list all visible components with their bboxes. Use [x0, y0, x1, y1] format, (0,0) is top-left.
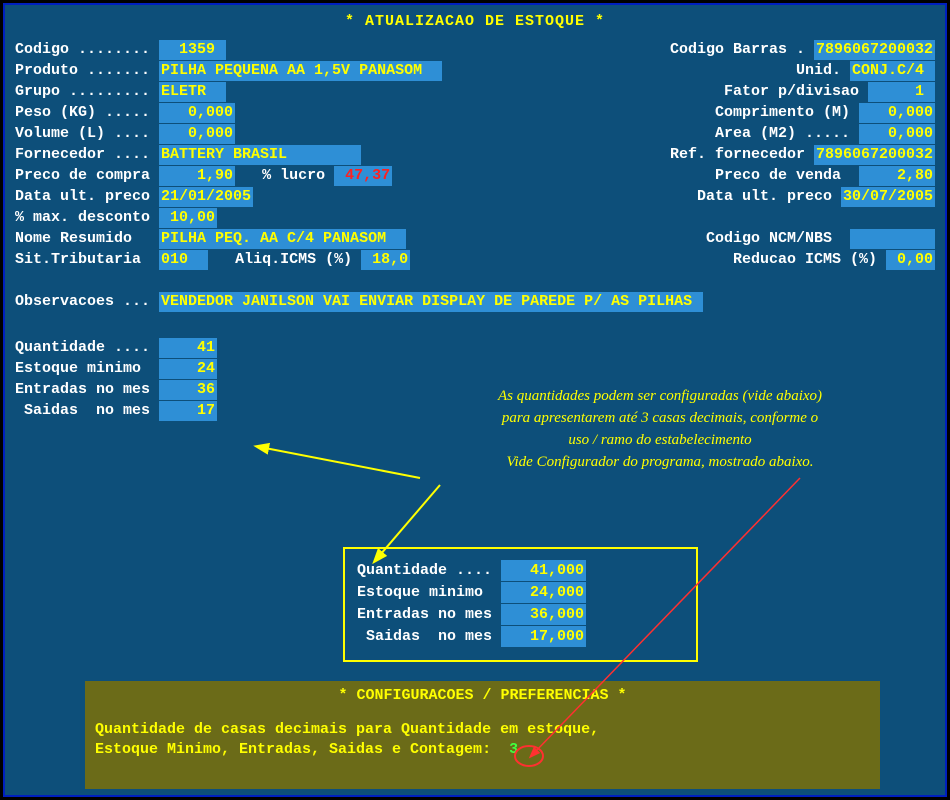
field-data-ult1[interactable]: 21/01/2005 [159, 187, 253, 207]
label-preco-venda: Preco de venda [715, 166, 859, 186]
row-produto: Produto ....... PILHA PEQUENA AA 1,5V PA… [15, 61, 935, 81]
field-qtd[interactable]: 41 [159, 338, 217, 358]
terminal-screen: * ATUALIZACAO DE ESTOQUE * Codigo ......… [3, 3, 947, 797]
annotation-text: As quantidades podem ser configuradas (v… [400, 385, 920, 473]
field-fator[interactable]: 1 [868, 82, 935, 102]
label-preco-compra: Preco de compra [15, 166, 159, 186]
field-aliq[interactable]: 18,0 [361, 250, 410, 270]
field-max-desc[interactable]: 10,00 [159, 208, 217, 228]
config-line2: Estoque Minimo, Entradas, Saidas e Conta… [95, 740, 870, 760]
label-codigo-barras: Codigo Barras . [670, 40, 814, 60]
field-codigo-barras[interactable]: 7896067200032 [814, 40, 935, 60]
row-grupo: Grupo ......... ELETR Fator p/divisao 1 [15, 82, 935, 102]
label-est-min: Estoque minimo [15, 359, 159, 379]
label-fornecedor: Fornecedor .... [15, 145, 159, 165]
label-entradas-dec: Entradas no mes [357, 604, 501, 625]
label-max-desc: % max. desconto [15, 208, 159, 228]
row-entradas-dec: Entradas no mes 36,000 [357, 604, 684, 625]
config-panel: * CONFIGURACOES / PREFERENCIAS * Quantid… [85, 681, 880, 789]
label-volume: Volume (L) .... [15, 124, 159, 144]
row-codigo: Codigo ........ 1359 Codigo Barras . 789… [15, 40, 935, 60]
annotation-line: As quantidades podem ser configuradas (v… [400, 385, 920, 407]
label-saidas-dec: Saidas no mes [357, 626, 501, 647]
label-codigo: Codigo ........ [15, 40, 159, 60]
row-qtd-dec: Quantidade .... 41,000 [357, 560, 684, 581]
label-grupo: Grupo ......... [15, 82, 159, 102]
field-entradas[interactable]: 36 [159, 380, 217, 400]
field-entradas-dec[interactable]: 36,000 [501, 604, 586, 625]
config-title: * CONFIGURACOES / PREFERENCIAS * [95, 687, 870, 704]
field-saidas-dec[interactable]: 17,000 [501, 626, 586, 647]
label-entradas: Entradas no mes [15, 380, 159, 400]
field-unid[interactable]: CONJ.C/4 [850, 61, 935, 81]
field-ref-forn[interactable]: 7896067200032 [814, 145, 935, 165]
label-data-ult1: Data ult. preco [15, 187, 159, 207]
field-nome-res[interactable]: PILHA PEQ. AA C/4 PANASOM [159, 229, 406, 249]
field-ncm[interactable] [850, 229, 935, 249]
annotation-line: Vide Configurador do programa, mostrado … [400, 451, 920, 473]
annotation-line: para apresentarem até 3 casas decimais, … [400, 407, 920, 429]
annotation-line: uso / ramo do estabelecimento [400, 429, 920, 451]
field-est-min[interactable]: 24 [159, 359, 217, 379]
label-ref-forn: Ref. fornecedor [670, 145, 814, 165]
label-data-ult2: Data ult. preco [697, 187, 841, 207]
label-ncm: Codigo NCM/NBS [706, 229, 850, 249]
field-comprimento[interactable]: 0,000 [859, 103, 935, 123]
field-volume[interactable]: 0,000 [159, 124, 235, 144]
label-comprimento: Comprimento (M) [715, 103, 859, 123]
config-value[interactable]: 3 [509, 741, 518, 758]
field-codigo[interactable]: 1359 [159, 40, 226, 60]
row-est-min-dec: Estoque minimo 24,000 [357, 582, 684, 603]
field-est-min-dec[interactable]: 24,000 [501, 582, 586, 603]
field-sit-trib[interactable]: 010 [159, 250, 208, 270]
field-obs[interactable]: VENDEDOR JANILSON VAI ENVIAR DISPLAY DE … [159, 292, 703, 312]
label-red-icms: Reducao ICMS (%) [733, 250, 886, 270]
row-desconto: % max. desconto 10,00 [15, 208, 935, 228]
field-produto[interactable]: PILHA PEQUENA AA 1,5V PANASOM [159, 61, 442, 81]
label-unid: Unid. [796, 61, 850, 81]
row-preco: Preco de compra 1,90 % lucro 47,37 Preco… [15, 166, 935, 186]
label-obs: Observacoes ... [15, 292, 159, 312]
row-est-min: Estoque minimo 24 [15, 359, 935, 379]
row-data-ult: Data ult. preco 21/01/2005 Data ult. pre… [15, 187, 935, 207]
row-fornecedor: Fornecedor .... BATTERY BRASIL Ref. forn… [15, 145, 935, 165]
screen-title: * ATUALIZACAO DE ESTOQUE * [15, 13, 935, 30]
decimal-quantity-box: Quantidade .... 41,000 Estoque minimo 24… [343, 547, 698, 662]
label-fator: Fator p/divisao [724, 82, 868, 102]
field-lucro[interactable]: 47,37 [334, 166, 392, 186]
field-preco-compra[interactable]: 1,90 [159, 166, 235, 186]
row-tributaria: Sit.Tributaria 010 Aliq.ICMS (%) 18,0 Re… [15, 250, 935, 270]
config-line1: Quantidade de casas decimais para Quanti… [95, 720, 870, 740]
label-lucro: % lucro [262, 166, 334, 186]
row-nome-res: Nome Resumido PILHA PEQ. AA C/4 PANASOM … [15, 229, 935, 249]
row-obs: Observacoes ... VENDEDOR JANILSON VAI EN… [15, 292, 935, 312]
row-saidas-dec: Saidas no mes 17,000 [357, 626, 684, 647]
field-data-ult2[interactable]: 30/07/2005 [841, 187, 935, 207]
field-grupo[interactable]: ELETR [159, 82, 226, 102]
label-est-min-dec: Estoque minimo [357, 582, 501, 603]
field-peso[interactable]: 0,000 [159, 103, 235, 123]
field-preco-venda[interactable]: 2,80 [859, 166, 935, 186]
label-area: Area (M2) ..... [715, 124, 859, 144]
label-produto: Produto ....... [15, 61, 159, 81]
label-sit-trib: Sit.Tributaria [15, 250, 159, 270]
label-nome-res: Nome Resumido [15, 229, 159, 249]
label-qtd: Quantidade .... [15, 338, 159, 358]
label-peso: Peso (KG) ..... [15, 103, 159, 123]
row-volume: Volume (L) .... 0,000 Area (M2) ..... 0,… [15, 124, 935, 144]
label-aliq: Aliq.ICMS (%) [235, 250, 361, 270]
label-saidas: Saidas no mes [15, 401, 159, 421]
field-qtd-dec[interactable]: 41,000 [501, 560, 586, 581]
field-red-icms[interactable]: 0,00 [886, 250, 935, 270]
row-peso: Peso (KG) ..... 0,000 Comprimento (M) 0,… [15, 103, 935, 123]
row-qtd: Quantidade .... 41 [15, 338, 935, 358]
field-fornecedor[interactable]: BATTERY BRASIL [159, 145, 361, 165]
label-qtd-dec: Quantidade .... [357, 560, 501, 581]
field-saidas[interactable]: 17 [159, 401, 217, 421]
field-area[interactable]: 0,000 [859, 124, 935, 144]
